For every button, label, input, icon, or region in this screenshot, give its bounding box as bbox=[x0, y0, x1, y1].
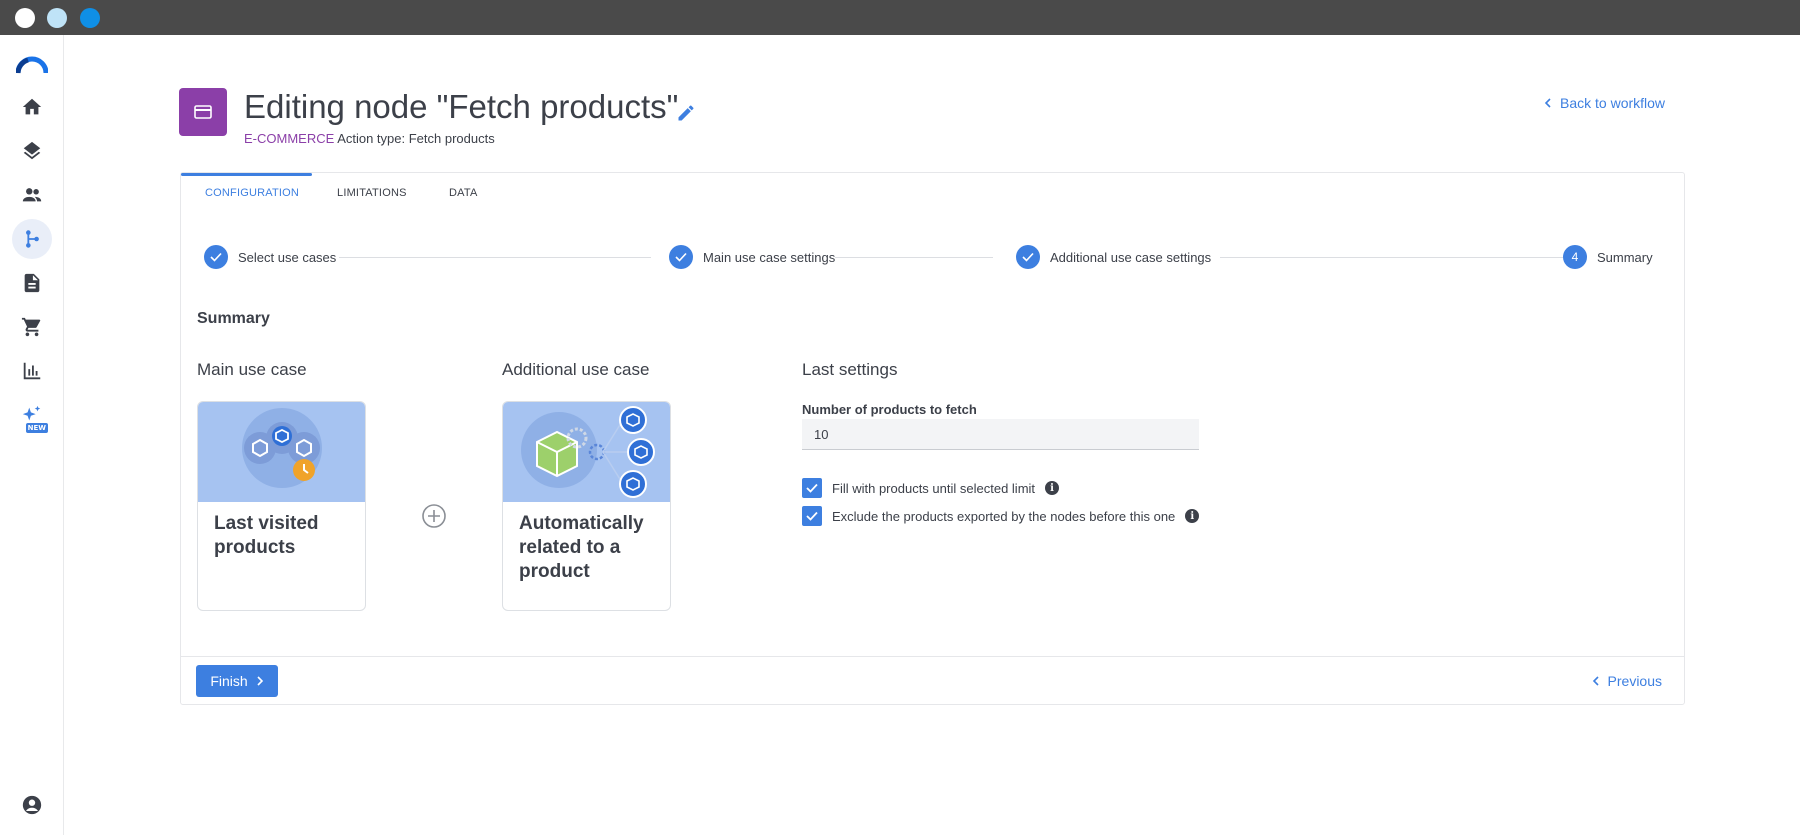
finish-label: Finish bbox=[210, 673, 248, 689]
edit-pencil-icon[interactable] bbox=[676, 103, 696, 123]
people-icon bbox=[22, 188, 42, 202]
bar-chart-icon bbox=[23, 362, 41, 380]
window-minimize-button[interactable] bbox=[47, 8, 67, 28]
cart-icon bbox=[21, 317, 41, 337]
page-title: Editing node "Fetch products" bbox=[244, 88, 679, 125]
back-link-label: Back to workflow bbox=[1560, 95, 1666, 111]
tab-configuration[interactable]: CONFIGURATION bbox=[205, 173, 299, 213]
fill-limit-option: Fill with products until selected limit … bbox=[802, 478, 1060, 498]
sidebar-item-ai[interactable]: NEW bbox=[12, 395, 52, 435]
additional-use-case-label: Automatically related to a product bbox=[519, 513, 644, 582]
stepper-connector bbox=[835, 257, 993, 258]
fill-limit-label: Fill with products until selected limit bbox=[832, 480, 1036, 496]
chevron-left-icon bbox=[1592, 676, 1599, 686]
exclude-exported-checkbox[interactable] bbox=[802, 506, 822, 526]
chevron-right-icon bbox=[257, 676, 263, 686]
last-visited-illustration bbox=[198, 402, 365, 502]
chevron-left-icon bbox=[1544, 98, 1551, 108]
info-icon[interactable]: i bbox=[1045, 481, 1060, 495]
tab-limitations[interactable]: LIMITATIONS bbox=[337, 173, 407, 213]
step-additional-use-case-settings[interactable]: Additional use case settings bbox=[1016, 245, 1211, 269]
previous-label: Previous bbox=[1607, 673, 1662, 689]
tab-data[interactable]: DATA bbox=[449, 173, 478, 213]
step-check-icon bbox=[669, 245, 693, 269]
step-check-icon bbox=[204, 245, 228, 269]
back-to-workflow-link[interactable]: Back to workflow bbox=[1544, 95, 1665, 111]
step-label: Select use cases bbox=[238, 249, 337, 265]
step-label: Main use case settings bbox=[703, 249, 836, 265]
home-icon bbox=[22, 98, 42, 115]
card-footer: Finish Previous bbox=[181, 656, 1684, 705]
exclude-exported-option: Exclude the products exported by the nod… bbox=[802, 506, 1200, 526]
window-titlebar bbox=[0, 0, 1800, 35]
step-number: 4 bbox=[1563, 245, 1587, 269]
last-settings-heading: Last settings bbox=[802, 360, 898, 379]
new-badge: NEW bbox=[25, 423, 48, 433]
account-icon bbox=[22, 795, 42, 815]
window-close-button[interactable] bbox=[15, 8, 35, 28]
additional-use-case-card[interactable]: Automatically related to a product bbox=[502, 401, 671, 611]
step-main-use-case-settings[interactable]: Main use case settings bbox=[669, 245, 835, 269]
finish-button[interactable]: Finish bbox=[196, 665, 278, 697]
step-check-icon bbox=[1016, 245, 1040, 269]
step-select-use-cases[interactable]: Select use cases bbox=[204, 245, 336, 269]
step-label: Summary bbox=[1597, 249, 1653, 265]
node-editor-card: CONFIGURATION LIMITATIONS DATA Select us… bbox=[180, 172, 1685, 705]
plus-circle-icon bbox=[422, 504, 446, 528]
window-maximize-button[interactable] bbox=[80, 8, 100, 28]
products-count-input[interactable] bbox=[802, 419, 1199, 450]
sidebar-item-documents[interactable] bbox=[12, 263, 52, 303]
sidebar: NEW bbox=[0, 35, 64, 835]
summary-title: Summary bbox=[197, 310, 270, 327]
workflow-icon bbox=[26, 230, 39, 248]
stepper-connector bbox=[1220, 257, 1568, 258]
sidebar-item-account[interactable] bbox=[12, 785, 52, 825]
page-subtitle: E-COMMERCE Action type: Fetch products bbox=[244, 131, 495, 146]
main-use-case-heading: Main use case bbox=[197, 360, 307, 379]
additional-use-case-heading: Additional use case bbox=[502, 360, 650, 379]
sidebar-item-ecommerce[interactable] bbox=[12, 307, 52, 347]
previous-button[interactable]: Previous bbox=[1592, 673, 1662, 689]
sidebar-item-layers[interactable] bbox=[12, 131, 52, 171]
sidebar-item-workflows[interactable] bbox=[12, 219, 52, 259]
step-summary[interactable]: 4 Summary bbox=[1563, 245, 1653, 269]
action-type-label: Action type: Fetch products bbox=[337, 131, 495, 146]
related-products-illustration bbox=[503, 402, 670, 502]
layers-icon bbox=[23, 141, 41, 160]
card-icon bbox=[194, 105, 212, 119]
node-type-icon bbox=[179, 88, 227, 136]
products-count-label: Number of products to fetch bbox=[802, 402, 977, 417]
sidebar-item-home[interactable] bbox=[12, 87, 52, 127]
document-icon bbox=[24, 273, 40, 293]
sidebar-item-people[interactable] bbox=[12, 175, 52, 215]
brand-logo-icon[interactable] bbox=[16, 55, 48, 75]
step-label: Additional use case settings bbox=[1050, 249, 1212, 265]
main-use-case-label: Last visited products bbox=[214, 513, 319, 558]
main-use-case-card[interactable]: Last visited products bbox=[197, 401, 366, 611]
info-icon[interactable]: i bbox=[1185, 509, 1200, 523]
exclude-exported-label: Exclude the products exported by the nod… bbox=[832, 508, 1176, 524]
fill-limit-checkbox[interactable] bbox=[802, 478, 822, 498]
sidebar-item-analytics[interactable] bbox=[12, 351, 52, 391]
category-label: E-COMMERCE bbox=[244, 131, 335, 146]
stepper-connector bbox=[339, 257, 651, 258]
